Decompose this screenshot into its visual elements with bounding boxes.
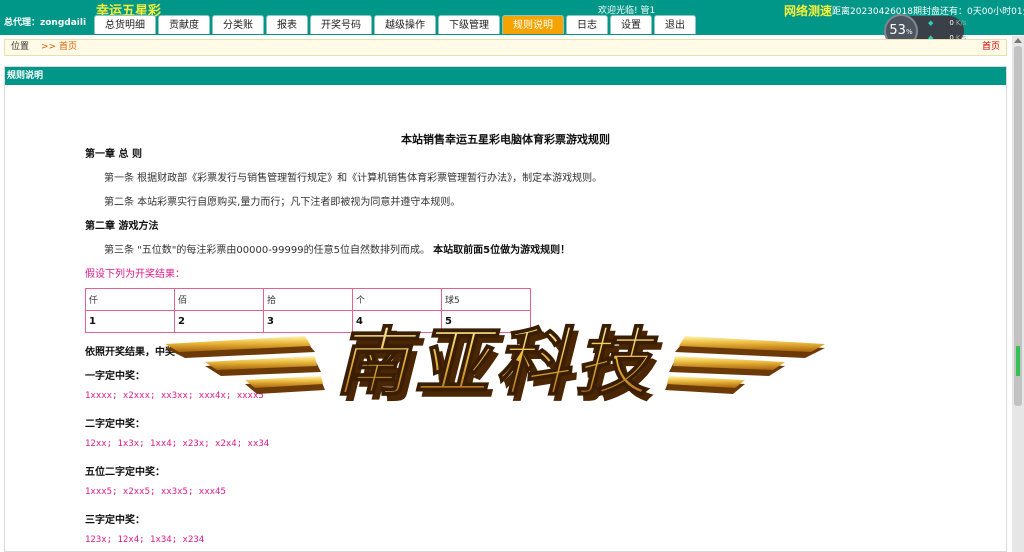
upload-speed: ◆ 0 K/s [928, 19, 967, 27]
right-wing-icon [665, 336, 825, 394]
tab-log[interactable]: 日志 [566, 15, 608, 34]
assume-result-heading: 假设下列为开奖结果： [85, 269, 185, 280]
five-two-fixed-list: 1xxx5; x2xx5; xx3x5; xxx45 [85, 487, 226, 497]
two-fixed-heading: 二字定中奖： [85, 419, 145, 430]
watermark-text: 南亚科技 [335, 320, 658, 406]
tab-contribution[interactable]: 贡献度 [158, 15, 210, 34]
tab-rules[interactable]: 规则说明 [502, 15, 564, 34]
table-header-cell: 佰 [174, 288, 264, 311]
scroll-up-icon[interactable] [1014, 38, 1022, 43]
nav-tabs: 总货明细 贡献度 分类账 报表 开奖号码 越级操作 下级管理 规则说明 日志 设… [94, 15, 696, 35]
tab-subordinate[interactable]: 下级管理 [438, 15, 500, 34]
tab-report[interactable]: 报表 [266, 15, 308, 34]
breadcrumb-label: 位置 [11, 42, 30, 52]
tab-logout[interactable]: 退出 [654, 15, 696, 34]
table-row: 仟 佰 拾 个 球5 [85, 288, 531, 311]
tab-settings[interactable]: 设置 [610, 15, 652, 34]
table-header-cell: 球5 [441, 288, 531, 311]
scroll-indicator [1016, 346, 1020, 376]
agent-label: 总代理：zongdaili [4, 18, 87, 28]
tab-total-detail[interactable]: 总货明细 [94, 15, 156, 34]
table-header-cell: 仟 [85, 288, 175, 311]
table-value-cell: 1 [85, 310, 175, 333]
arrow-up-icon: ◆ [928, 19, 934, 27]
tab-category-ledger[interactable]: 分类账 [212, 15, 264, 34]
watermark-logo: 南亚科技 南亚科技 [165, 319, 825, 410]
article-1: 第一条 根据财政部《彩票发行与销售管理暂行规定》和《计算机销售体育彩票管理暂行办… [104, 173, 603, 184]
breadcrumb-current[interactable]: >> 首页 [41, 40, 77, 55]
left-wing-icon [165, 336, 325, 394]
tab-draw-numbers[interactable]: 开奖号码 [310, 15, 372, 34]
home-link[interactable]: 首页 [982, 40, 1000, 55]
chapter-2-heading: 第二章 游戏方法 [85, 221, 159, 232]
table-header-cell: 拾 [263, 288, 353, 311]
two-fixed-list: 12xx; 1x3x; 1xx4; x23x; x2x4; xx34 [85, 439, 270, 449]
table-header-cell: 个 [352, 288, 442, 311]
three-fixed-heading: 三字定中奖： [85, 515, 145, 526]
doc-title: 本站销售幸运五星彩电脑体育彩票游戏规则 [401, 133, 610, 146]
tab-override[interactable]: 越级操作 [374, 15, 436, 34]
one-fixed-heading: 一字定中奖： [85, 371, 145, 382]
by-result-text: 依照开奖结果，中奖 [85, 347, 175, 358]
five-two-fixed-heading: 五位二字定中奖： [85, 467, 165, 478]
speed-percent-unit: % [905, 28, 913, 36]
article-2: 第二条 本站彩票实行自愿购买,量力而行；凡下注者即被视为同意并遵守本规则。 [104, 197, 461, 208]
article-3: 第三条 "五位数"的每注彩票由00000-99999的任意5位自然数排列而成。 … [104, 245, 571, 256]
chapter-1-heading: 第一章 总 则 [85, 149, 142, 160]
three-fixed-list: 123x; 12x4; 1x34; x234 [85, 535, 205, 545]
speed-percent: 53 [889, 23, 906, 38]
panel-title: 规则说明 [5, 67, 1006, 85]
breadcrumb: 位置 >> 首页 首页 [4, 39, 1007, 56]
net-test-link[interactable]: 网络测速 [784, 2, 832, 19]
